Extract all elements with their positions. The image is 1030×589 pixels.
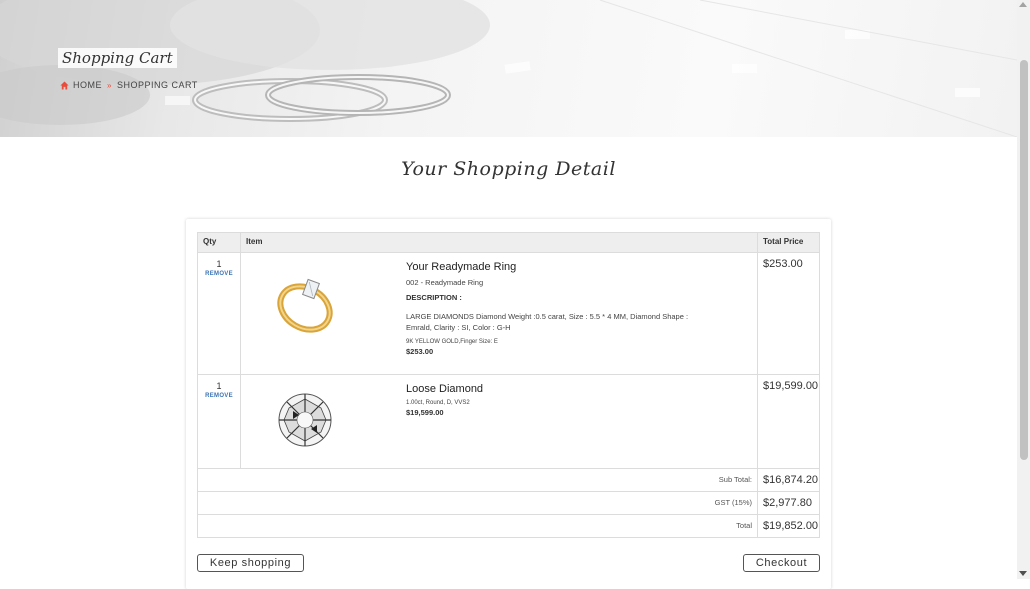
wedding-rings-background-image <box>0 0 1017 137</box>
product-price: $253.00 <box>406 347 434 356</box>
gst-row: GST (15%) $2,977.80 <box>197 491 820 515</box>
breadcrumb-separator-icon: » <box>107 80 112 90</box>
product-image-container <box>241 375 406 467</box>
table-row: 1 REMOVE Loose Diamond 1.00ct, Round, D,… <box>197 374 820 469</box>
diamond-spec: 1.00ct, Round, D, VVS2 <box>406 400 470 406</box>
subtotal-label: Sub Total: <box>197 468 758 492</box>
loose-diamond-image[interactable] <box>241 375 406 465</box>
breadcrumb-home-link[interactable]: HOME <box>73 80 102 90</box>
product-name[interactable]: Your Readymade Ring <box>406 261 711 273</box>
gold-ring-image[interactable] <box>241 253 406 353</box>
hero-banner: Shopping Cart HOME » SHOPPING CART <box>0 0 1017 137</box>
qty-cell: 1 REMOVE <box>197 374 241 469</box>
qty-value: 1 <box>216 259 222 269</box>
total-price-header: Total Price <box>757 232 820 253</box>
cart-table: Qty Item Total Price 1 REMOVE Your Ready… <box>197 232 820 538</box>
grand-total-value: $19,852.00 <box>757 514 820 538</box>
table-header-row: Qty Item Total Price <box>197 232 820 253</box>
remove-link[interactable]: REMOVE <box>199 393 239 399</box>
product-image-container <box>241 253 406 355</box>
home-icon <box>60 80 69 90</box>
item-header: Item <box>240 232 758 253</box>
row-total: $253.00 <box>757 252 820 375</box>
qty-header: Qty <box>197 232 241 253</box>
keep-shopping-button[interactable]: Keep shopping <box>197 554 304 572</box>
subtotal-value: $16,874.20 <box>757 468 820 492</box>
product-sku: 002 - Readymade Ring <box>406 278 484 287</box>
item-details: Your Readymade Ring 002 - Readymade Ring… <box>406 253 711 356</box>
scroll-up-arrow-icon[interactable] <box>1019 2 1027 7</box>
row-total: $19,599.00 <box>757 374 820 469</box>
total-row: Total $19,852.00 <box>197 514 820 538</box>
product-price: $19,599.00 <box>406 408 444 417</box>
qty-cell: 1 REMOVE <box>197 252 241 375</box>
description-heading: DESCRIPTION : <box>406 293 462 302</box>
checkout-button[interactable]: Checkout <box>743 554 820 572</box>
qty-value: 1 <box>216 381 222 391</box>
product-name[interactable]: Loose Diamond <box>406 383 711 395</box>
page-heading: Your Shopping Detail <box>401 158 616 180</box>
subtotal-row: Sub Total: $16,874.20 <box>197 468 820 492</box>
breadcrumb-current: SHOPPING CART <box>116 80 198 90</box>
scrollbar-thumb[interactable] <box>1020 60 1028 460</box>
table-row: 1 REMOVE Your Readymade Ring 002 - Ready… <box>197 252 820 375</box>
item-details: Loose Diamond 1.00ct, Round, D, VVS2 $19… <box>406 375 711 417</box>
gst-label: GST (15%) <box>197 491 758 515</box>
product-metal-size: 9K YELLOW GOLD,Finger Size: E <box>406 339 498 345</box>
item-cell: Your Readymade Ring 002 - Readymade Ring… <box>240 252 758 375</box>
total-label: Total <box>197 514 758 538</box>
gst-value: $2,977.80 <box>757 491 820 515</box>
item-cell: Loose Diamond 1.00ct, Round, D, VVS2 $19… <box>240 374 758 469</box>
remove-link[interactable]: REMOVE <box>199 271 239 277</box>
product-description: LARGE DIAMONDS Diamond Weight :0.5 carat… <box>406 312 689 332</box>
hero-title: Shopping Cart <box>58 48 177 68</box>
scroll-down-arrow-icon[interactable] <box>1019 571 1027 576</box>
breadcrumb: HOME » SHOPPING CART <box>60 80 198 90</box>
